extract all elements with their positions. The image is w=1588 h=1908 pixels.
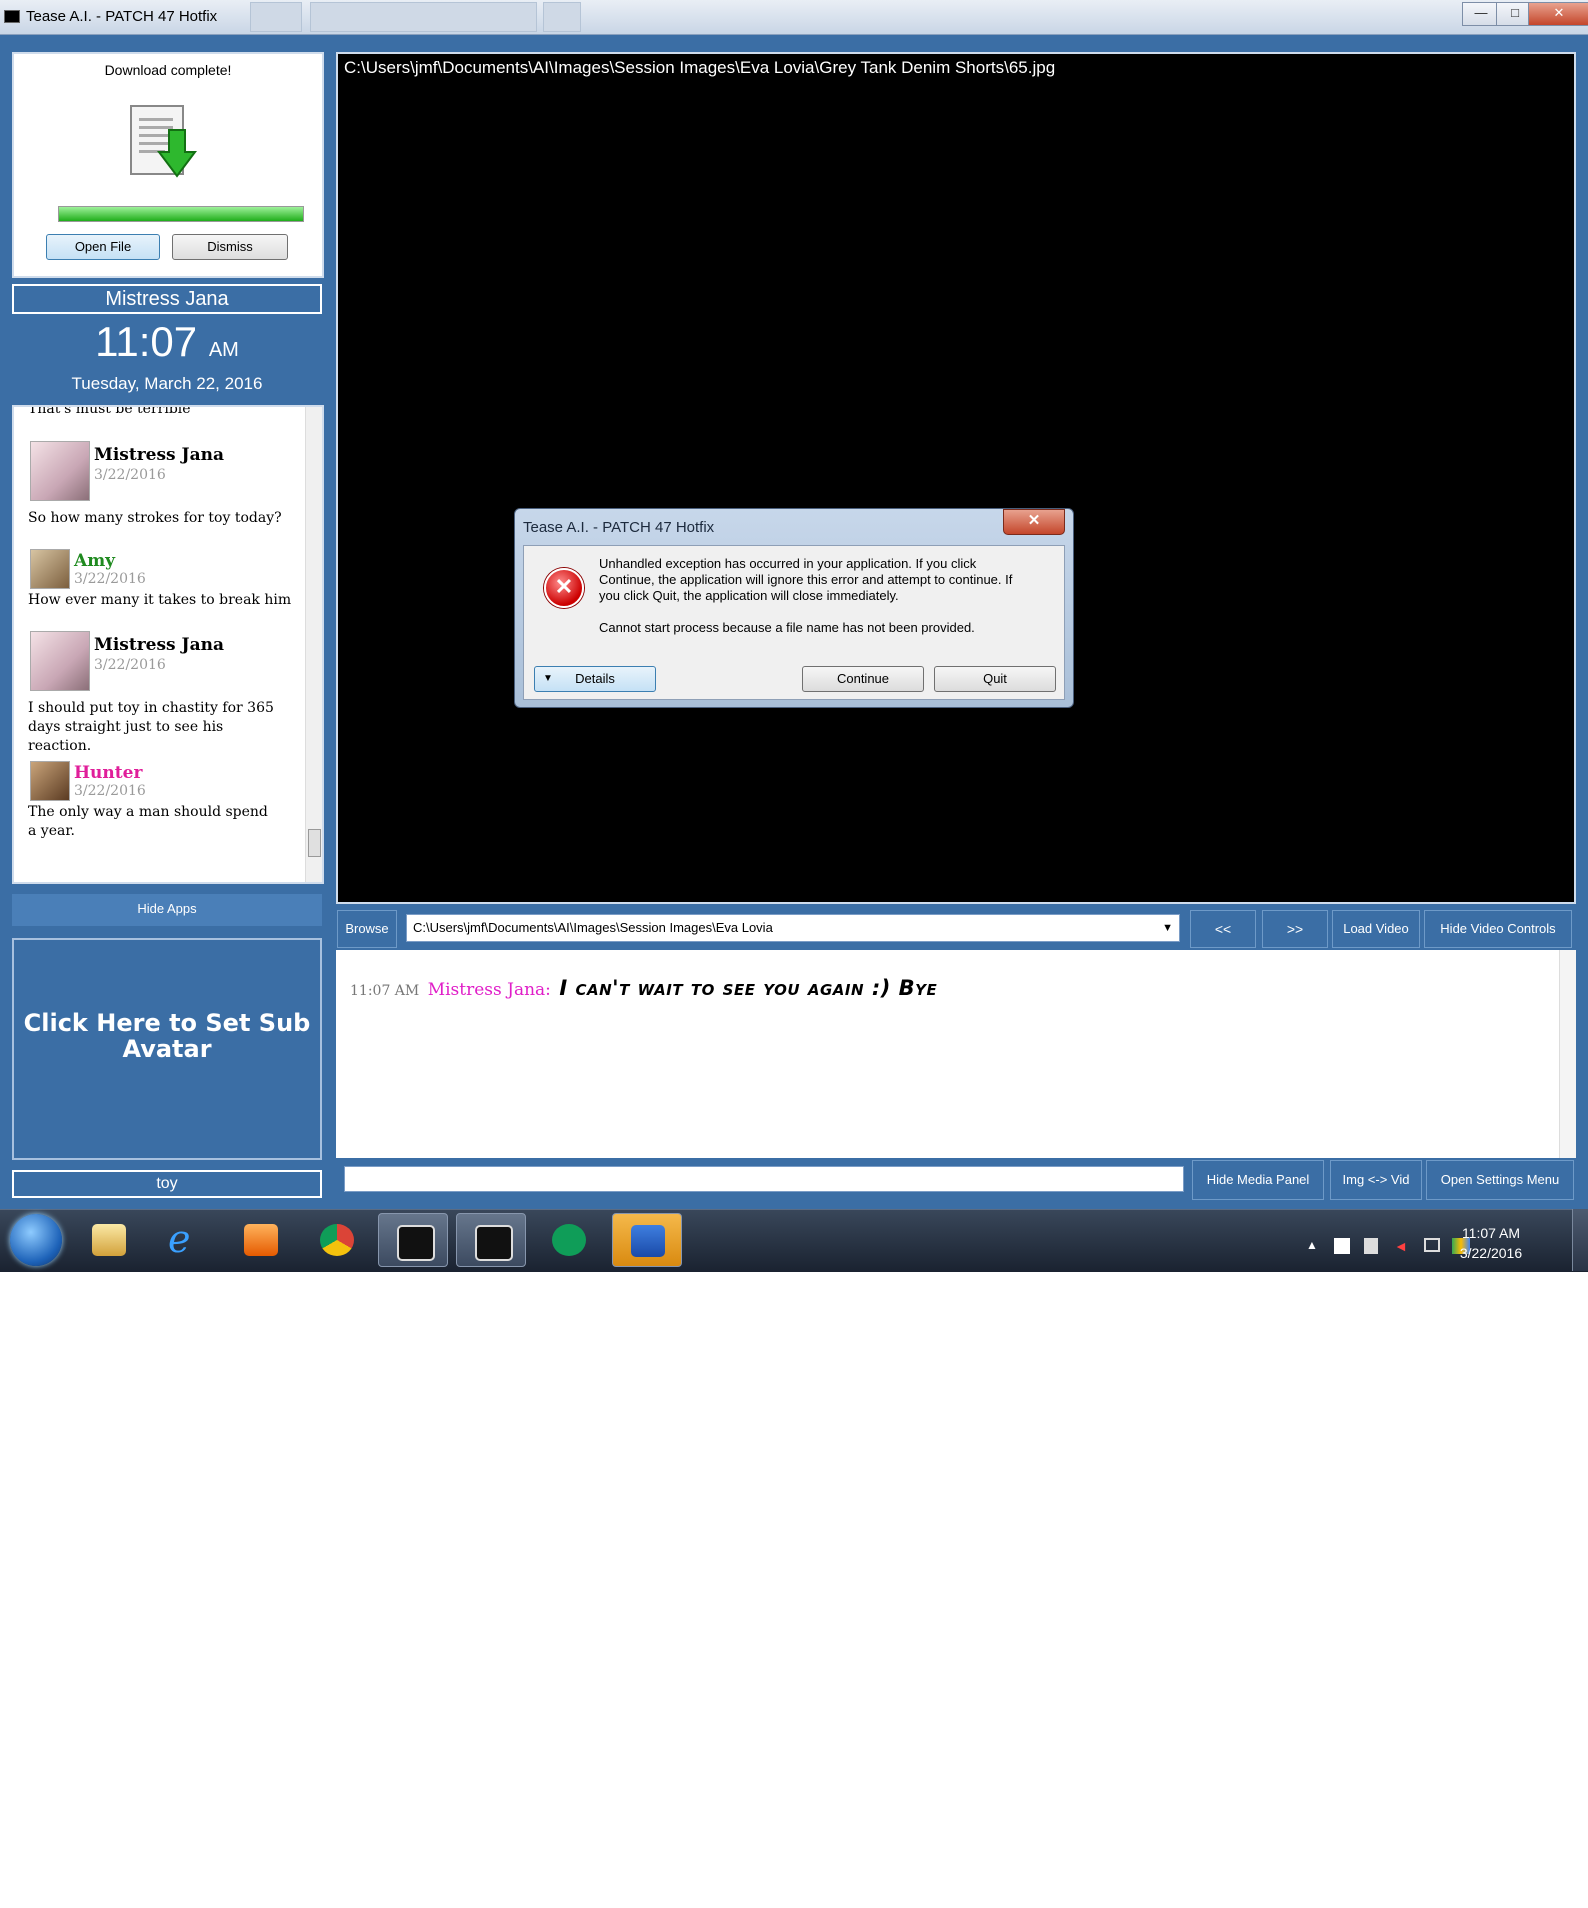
details-button[interactable]: ▼ Details [534,666,656,692]
chat-date: 3/22/2016 [94,467,166,483]
quit-button[interactable]: Quit [934,666,1056,692]
tease-ai-icon-2[interactable] [456,1213,526,1267]
file-explorer-icon[interactable] [74,1213,144,1267]
chat-message: So how many strokes for toy today? [28,510,282,526]
chat-feed: That's must be terrible Mistress Jana 3/… [12,405,324,884]
chat-input[interactable] [344,1166,1184,1192]
progress-fill [59,207,303,221]
hide-video-controls-button[interactable]: Hide Video Controls [1424,910,1572,948]
chat-cutoff-text: That's must be terrible [28,405,191,417]
minimize-button[interactable]: — [1462,2,1500,26]
chat-avatar [30,631,90,691]
app-window: Tease A.I. - PATCH 47 Hotfix — □ ✕ Downl… [0,0,1588,1209]
open-settings-button[interactable]: Open Settings Menu [1426,1160,1574,1200]
taskbar-time: 11:07 AM [1461,1225,1521,1241]
clock-ampm: AM [208,339,239,361]
error-icon: ✕ [544,568,584,608]
malwarebytes-icon[interactable] [612,1213,682,1267]
chat-avatar [30,441,90,501]
chat-log: 11:07 AM Mistress Jana: I can't wait to … [336,950,1576,1158]
chat-message: I should put toy in chastity for 365 day… [28,700,274,754]
ghost-tab [543,2,581,32]
chat-avatar [30,549,70,589]
chat-item: Hunter 3/22/2016 The only way a man shou… [28,759,303,859]
chat-message: The only way a man should spend a year. [28,804,268,839]
taskbar-date: 3/22/2016 [1459,1245,1523,1261]
chat-log-line: 11:07 AM Mistress Jana: I can't wait to … [350,976,937,1000]
internet-explorer-icon[interactable]: e [150,1213,220,1267]
details-label: Details [575,671,615,686]
download-status: Download complete! [104,62,232,78]
chat-name: Amy [74,551,116,571]
taskbar-clock[interactable]: 11:07 AM 3/22/2016 [1446,1223,1536,1263]
chat-feed-scrollbar[interactable] [305,407,322,882]
clock-date: Tuesday, March 22, 2016 [71,374,263,393]
image-path: C:\Users\jmf\Documents\AI\Images\Session… [344,58,1056,77]
sub-avatar-label: Click Here to Set Sub Avatar [23,1009,311,1063]
dialog-title: Tease A.I. - PATCH 47 Hotfix [523,519,715,536]
chat-message: How ever many it takes to break him [28,592,292,608]
hangouts-icon[interactable] [534,1213,604,1267]
ghost-tab [310,2,537,32]
hide-media-panel-button[interactable]: Hide Media Panel [1192,1160,1324,1200]
sub-name: toy [12,1170,322,1198]
close-button[interactable]: ✕ [1528,2,1588,26]
chat-avatar [30,761,70,801]
folder-path-value: C:\Users\jmf\Documents\AI\Images\Session… [413,920,773,935]
chevron-down-icon: ▼ [543,673,553,684]
chat-name: Mistress Jana [94,445,224,465]
continue-button[interactable]: Continue [802,666,924,692]
image-viewer: C:\Users\jmf\Documents\AI\Images\Session… [336,52,1576,904]
volume-muted-icon[interactable]: ◄ [1394,1238,1412,1254]
windows-flag-icon[interactable] [1334,1238,1350,1254]
chat-item: Amy 3/22/2016 How ever many it takes to … [28,547,303,617]
dismiss-button[interactable]: Dismiss [172,234,288,260]
img-vid-toggle-button[interactable]: Img <-> Vid [1330,1160,1422,1200]
hide-apps-button[interactable]: Hide Apps [12,894,322,926]
chevron-down-icon: ▼ [1162,922,1173,934]
network-icon[interactable] [1424,1238,1440,1252]
start-button[interactable] [10,1214,62,1266]
chat-date: 3/22/2016 [74,571,146,587]
browse-button[interactable]: Browse [337,910,397,948]
clock-time: 11:07 [95,318,198,365]
show-desktop-button[interactable] [1572,1209,1588,1271]
tray-expand-icon[interactable]: ▲ [1306,1238,1324,1254]
load-video-button[interactable]: Load Video [1332,910,1420,948]
dialog-close-button[interactable]: ✕ [1003,509,1065,535]
chat-date: 3/22/2016 [74,783,146,799]
clock: 11:07 AM [12,318,322,366]
chat-log-scrollbar[interactable] [1559,950,1576,1158]
previous-button[interactable]: << [1190,910,1256,948]
next-button[interactable]: >> [1262,910,1328,948]
title-bar: Tease A.I. - PATCH 47 Hotfix — □ ✕ [0,0,1588,35]
folder-path-select[interactable]: C:\Users\jmf\Documents\AI\Images\Session… [406,914,1180,942]
chat-item: Mistress Jana 3/22/2016 I should put toy… [28,631,303,754]
chat-item: Mistress Jana 3/22/2016 So how many stro… [28,441,303,541]
domme-name: Mistress Jana [12,284,322,314]
dialog-message: Unhandled exception has occurred in your… [599,556,1013,603]
dialog-detail: Cannot start process because a file name… [599,620,975,635]
chat-log-speaker: Mistress Jana: [427,980,551,1000]
chrome-icon[interactable] [302,1213,372,1267]
chat-name: Mistress Jana [94,635,224,655]
error-dialog: Tease A.I. - PATCH 47 Hotfix ✕ ✕ Unhandl… [514,508,1074,708]
chat-name: Hunter [74,763,143,783]
action-center-icon[interactable] [1364,1238,1378,1254]
chat-date: 3/22/2016 [94,657,166,673]
ghost-tab [250,2,302,32]
download-file-icon [130,105,197,178]
sub-avatar-button[interactable]: Click Here to Set Sub Avatar [12,938,322,1160]
window-title: Tease A.I. - PATCH 47 Hotfix [26,8,218,25]
dialog-body: ✕ Unhandled exception has occurred in yo… [523,545,1065,700]
app-icon [4,10,20,23]
chat-log-time: 11:07 AM [350,983,420,999]
open-file-button[interactable]: Open File [46,234,160,260]
chat-log-message: I can't wait to see you again :) Bye [559,976,938,1000]
download-panel: Download complete! Open File Dismiss [12,52,324,278]
download-progress-bar [58,206,304,222]
media-player-icon[interactable] [226,1213,296,1267]
scrollbar-thumb[interactable] [308,829,321,857]
tease-ai-icon[interactable] [378,1213,448,1267]
